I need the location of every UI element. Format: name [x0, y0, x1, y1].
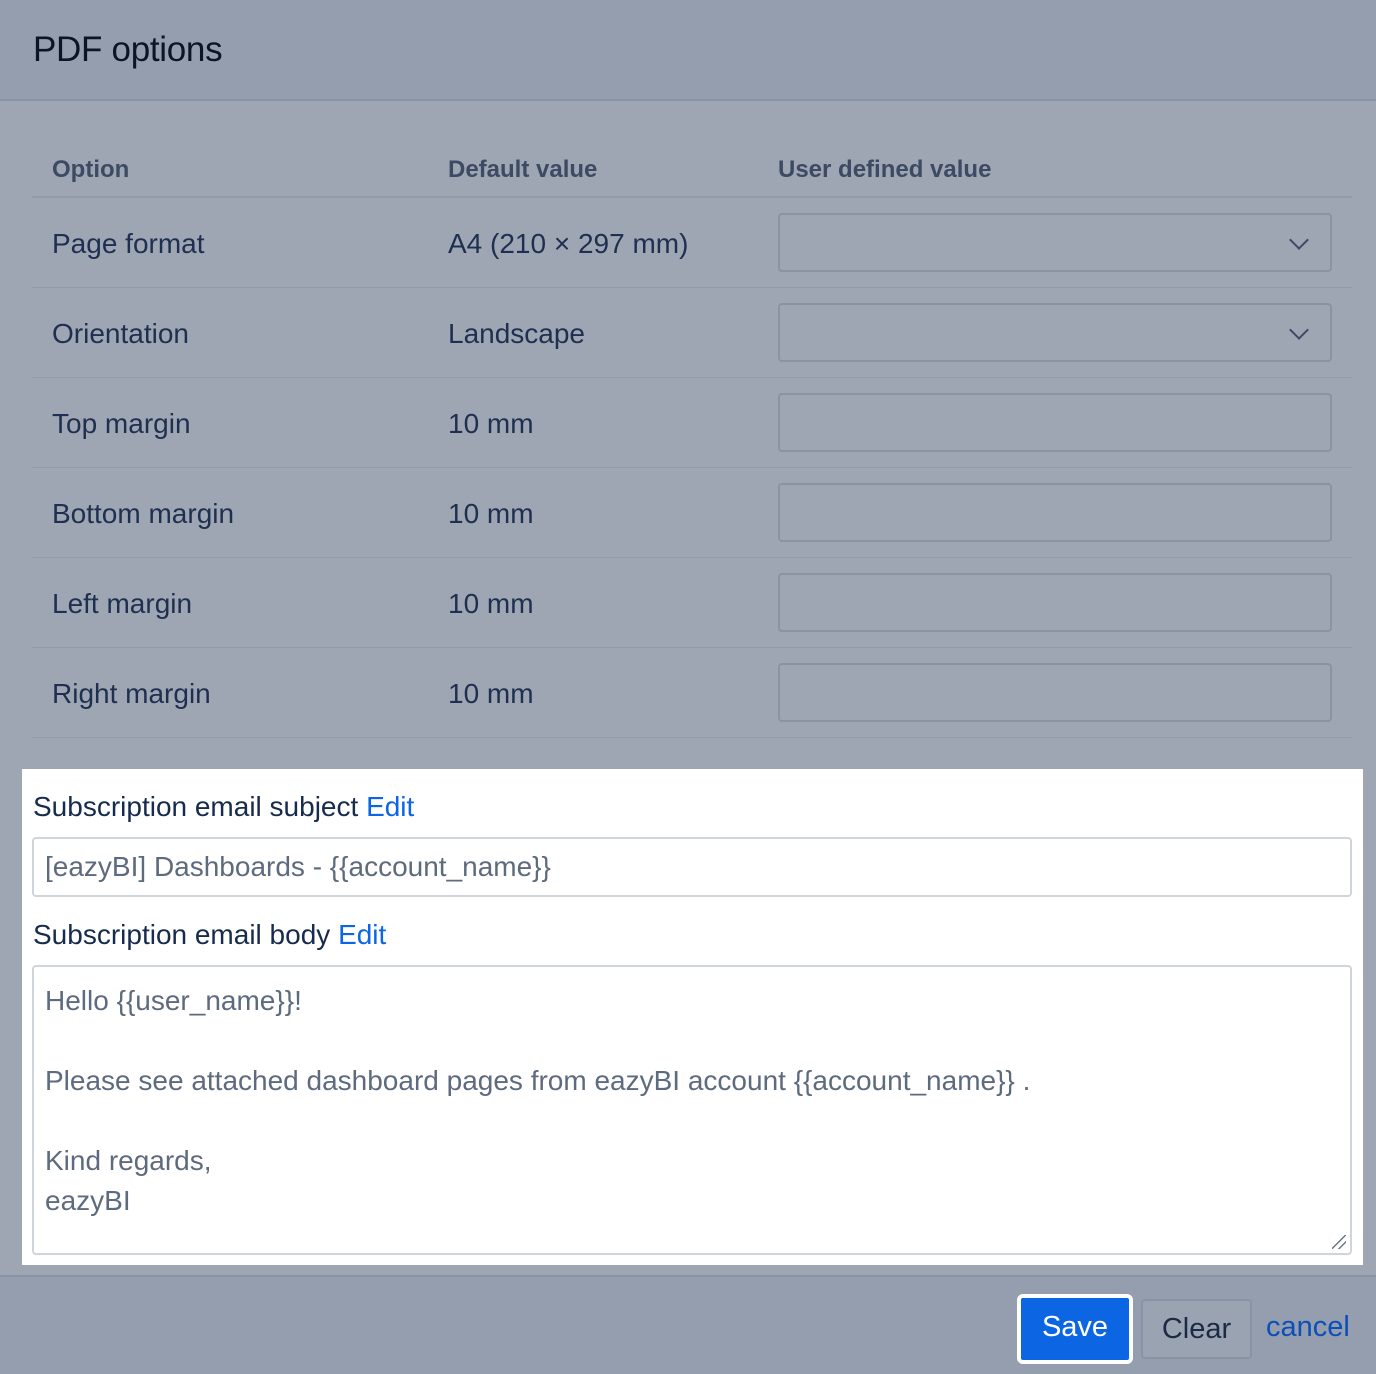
edit-body-link[interactable]: Edit — [338, 919, 386, 950]
default-value: 10 mm — [448, 678, 534, 709]
save-button[interactable]: Save — [1017, 1294, 1133, 1364]
dialog-header: PDF options — [0, 0, 1376, 101]
option-label: Right margin — [52, 678, 211, 709]
chevron-down-icon — [1289, 320, 1309, 340]
body-line — [45, 1101, 1339, 1141]
top-margin-input[interactable] — [778, 393, 1332, 452]
orientation-select[interactable] — [778, 303, 1332, 362]
table-row-right-margin: Right margin 10 mm — [32, 648, 1352, 738]
email-body-label-text: Subscription email body — [33, 919, 331, 950]
body-line: Kind regards, — [45, 1145, 212, 1176]
table-row-orientation: Orientation Landscape — [32, 288, 1352, 378]
default-value: A4 (210 × 297 mm) — [448, 228, 689, 259]
dialog-footer: Save Clear cancel — [0, 1275, 1376, 1374]
edit-subject-link[interactable]: Edit — [366, 791, 414, 822]
column-header-user-defined-value: User defined value — [778, 156, 992, 183]
email-subject-label: Subscription email subject Edit — [33, 791, 414, 823]
bottom-margin-input[interactable] — [778, 483, 1332, 542]
default-value: 10 mm — [448, 498, 534, 529]
column-header-option: Option — [52, 156, 130, 183]
clear-button[interactable]: Clear — [1141, 1299, 1252, 1359]
body-line: eazyBI — [45, 1185, 131, 1216]
table-header: Option Default value User defined value — [32, 140, 1352, 198]
chevron-down-icon — [1289, 230, 1309, 250]
table-row-left-margin: Left margin 10 mm — [32, 558, 1352, 648]
email-subject-label-text: Subscription email subject — [33, 791, 359, 822]
column-header-default-value: Default value — [448, 156, 598, 183]
default-value: 10 mm — [448, 408, 534, 439]
cancel-link[interactable]: cancel — [1266, 1311, 1350, 1344]
pdf-options-table: Option Default value User defined value … — [32, 140, 1352, 738]
default-value: 10 mm — [448, 588, 534, 619]
dialog-title: PDF options — [33, 30, 223, 69]
table-row-bottom-margin: Bottom margin 10 mm — [32, 468, 1352, 558]
default-value: Landscape — [448, 318, 586, 349]
resize-handle-icon[interactable] — [1332, 1235, 1346, 1249]
option-label: Page format — [52, 228, 205, 259]
page-format-select[interactable] — [778, 213, 1332, 272]
option-label: Left margin — [52, 588, 193, 619]
email-body-label: Subscription email body Edit — [33, 919, 386, 951]
body-line — [45, 1021, 1339, 1061]
email-body-textarea[interactable]: Hello {{user_name}}! Please see attached… — [32, 965, 1352, 1255]
body-line: Please see attached dashboard pages from… — [45, 1065, 1031, 1096]
option-label: Bottom margin — [52, 498, 235, 529]
subscription-email-panel: Subscription email subject Edit [eazyBI]… — [22, 769, 1363, 1265]
option-label: Orientation — [52, 318, 189, 349]
table-row-page-format: Page format A4 (210 × 297 mm) — [32, 198, 1352, 288]
table-row-top-margin: Top margin 10 mm — [32, 378, 1352, 468]
right-margin-input[interactable] — [778, 663, 1332, 722]
left-margin-input[interactable] — [778, 573, 1332, 632]
pdf-options-dialog: PDF options Option Default value User de… — [0, 0, 1376, 1374]
body-line: Hello {{user_name}}! — [45, 985, 302, 1016]
email-subject-input[interactable]: [eazyBI] Dashboards - {{account_name}} — [32, 837, 1352, 897]
option-label: Top margin — [52, 408, 191, 439]
